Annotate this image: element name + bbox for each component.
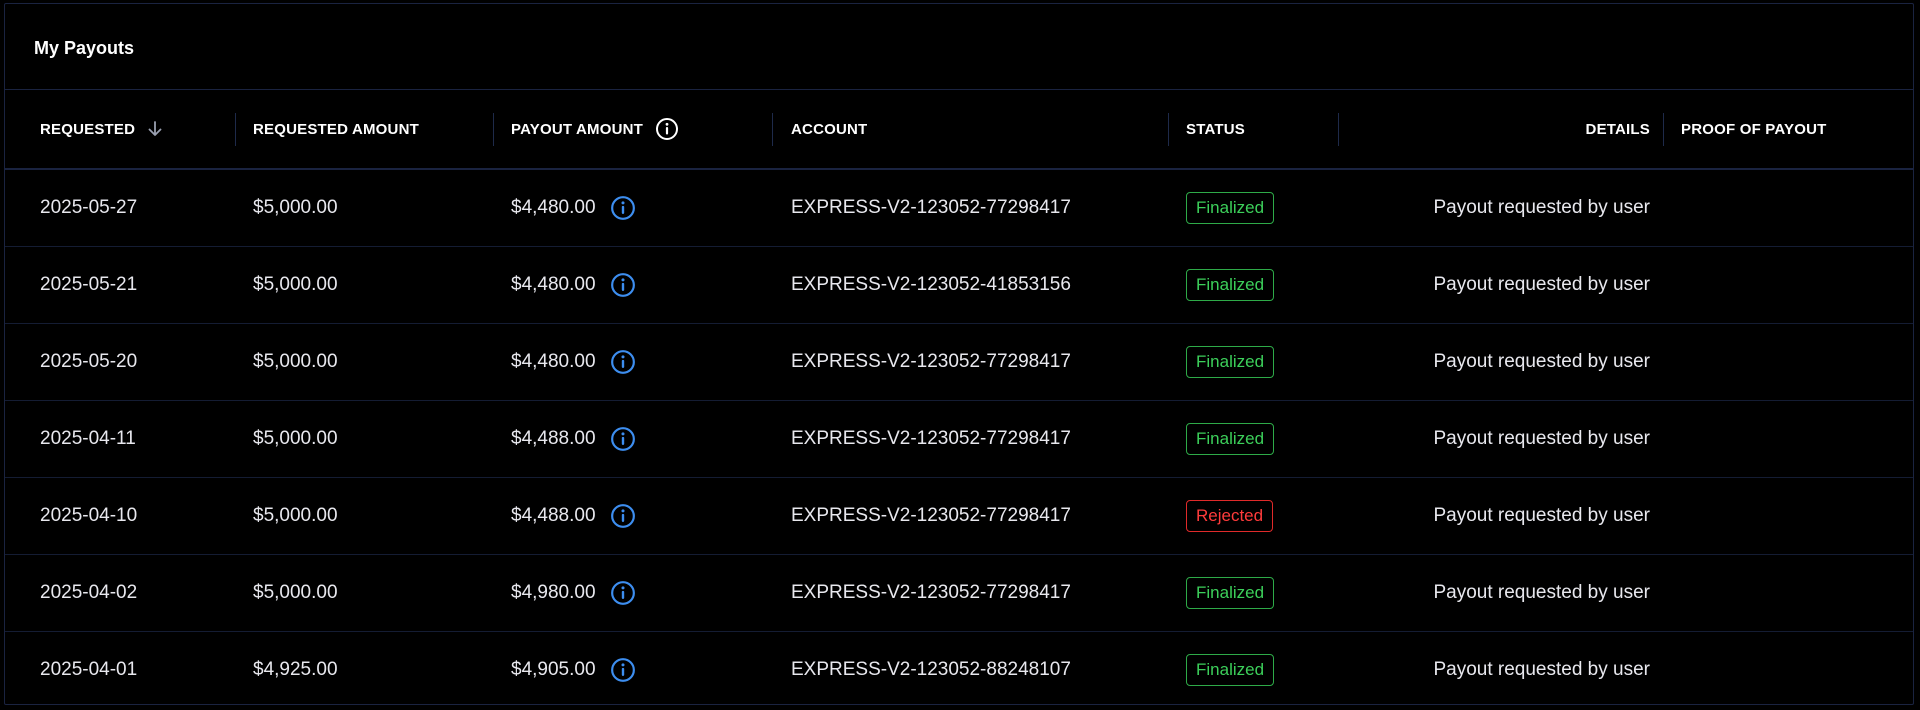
payouts-panel: My Payouts REQUESTED REQUESTED AMOUNT PA… [4,3,1914,705]
details-text: Payout requested by user [1433,351,1650,372]
account-id: EXPRESS-V2-123052-77298417 [791,351,1071,372]
account-id: EXPRESS-V2-123052-41853156 [791,274,1071,295]
table-row[interactable]: 2025-05-27 $5,000.00 $4,480.00 EXPRESS-V… [5,170,1913,247]
column-header-requested-amount[interactable]: REQUESTED AMOUNT [253,90,419,168]
status-cell: Rejected [1186,478,1274,554]
details-text: Payout requested by user [1433,428,1650,449]
requested-date: 2025-05-20 [40,351,138,372]
column-separator [772,113,773,146]
payout-amount-cell: $4,480.00 [511,324,636,400]
status-badge: Rejected [1186,500,1274,532]
requested-amount: $5,000.00 [253,582,338,603]
details-text: Payout requested by user [1433,274,1650,295]
status-cell: Finalized [1186,555,1275,631]
requested-amount: $5,000.00 [253,274,338,295]
details-text: Payout requested by user [1433,659,1650,680]
panel-header: My Payouts [5,4,1913,90]
requested-date: 2025-04-11 [40,428,136,449]
column-header-details[interactable]: DETAILS [1345,90,1650,168]
table-header: REQUESTED REQUESTED AMOUNT PAYOUT AMOUNT [5,90,1913,170]
requested-amount: $5,000.00 [253,197,338,218]
column-separator [1338,113,1339,146]
info-icon[interactable] [610,580,636,606]
info-icon[interactable] [655,117,679,141]
table-row[interactable]: 2025-04-10 $5,000.00 $4,488.00 EXPRESS-V… [5,478,1913,555]
column-separator [1663,113,1664,146]
payout-amount-cell: $4,980.00 [511,555,636,631]
page-title: My Payouts [34,38,135,58]
status-badge: Finalized [1186,346,1275,378]
status-cell: Finalized [1186,324,1275,400]
requested-amount: $4,925.00 [253,659,338,680]
requested-date: 2025-04-01 [40,659,138,680]
table-row[interactable]: 2025-05-20 $5,000.00 $4,480.00 EXPRESS-V… [5,324,1913,401]
payout-amount: $4,905.00 [511,659,596,680]
info-icon[interactable] [610,426,636,452]
account-id: EXPRESS-V2-123052-88248107 [791,659,1071,680]
payout-amount-cell: $4,480.00 [511,170,636,246]
column-header-payout-amount[interactable]: PAYOUT AMOUNT [511,90,679,168]
payout-amount-cell: $4,488.00 [511,478,636,554]
account-id: EXPRESS-V2-123052-77298417 [791,428,1071,449]
status-cell: Finalized [1186,247,1275,323]
column-header-account[interactable]: ACCOUNT [791,90,867,168]
column-header-proof-of-payout[interactable]: PROOF OF PAYOUT [1681,90,1827,168]
requested-date: 2025-05-21 [40,274,138,295]
status-cell: Finalized [1186,632,1275,704]
column-separator [493,113,494,146]
info-icon[interactable] [610,349,636,375]
payout-amount: $4,488.00 [511,428,596,449]
status-badge: Finalized [1186,654,1275,686]
account-id: EXPRESS-V2-123052-77298417 [791,197,1071,218]
payout-amount: $4,980.00 [511,582,596,603]
column-separator [1168,113,1169,146]
status-badge: Finalized [1186,192,1275,224]
column-header-requested[interactable]: REQUESTED [40,90,163,168]
arrow-down-icon[interactable] [147,120,163,138]
table-row[interactable]: 2025-04-02 $5,000.00 $4,980.00 EXPRESS-V… [5,555,1913,632]
requested-amount: $5,000.00 [253,351,338,372]
column-separator [235,113,236,146]
requested-date: 2025-04-10 [40,505,138,526]
column-header-status[interactable]: STATUS [1186,90,1245,168]
table-body: 2025-05-27 $5,000.00 $4,480.00 EXPRESS-V… [5,170,1913,704]
payout-amount: $4,480.00 [511,351,596,372]
account-id: EXPRESS-V2-123052-77298417 [791,582,1071,603]
payout-amount: $4,480.00 [511,197,596,218]
info-icon[interactable] [610,272,636,298]
status-badge: Finalized [1186,577,1275,609]
requested-amount: $5,000.00 [253,428,338,449]
info-icon[interactable] [610,657,636,683]
payout-amount-cell: $4,480.00 [511,247,636,323]
status-cell: Finalized [1186,170,1275,246]
status-badge: Finalized [1186,269,1275,301]
status-badge: Finalized [1186,423,1275,455]
payout-amount-cell: $4,905.00 [511,632,636,704]
payout-amount: $4,488.00 [511,505,596,526]
requested-amount: $5,000.00 [253,505,338,526]
info-icon[interactable] [610,195,636,221]
status-cell: Finalized [1186,401,1275,477]
details-text: Payout requested by user [1433,582,1650,603]
payout-amount: $4,480.00 [511,274,596,295]
info-icon[interactable] [610,503,636,529]
table-row[interactable]: 2025-05-21 $5,000.00 $4,480.00 EXPRESS-V… [5,247,1913,324]
table-row[interactable]: 2025-04-11 $5,000.00 $4,488.00 EXPRESS-V… [5,401,1913,478]
account-id: EXPRESS-V2-123052-77298417 [791,505,1071,526]
payout-amount-cell: $4,488.00 [511,401,636,477]
requested-date: 2025-05-27 [40,197,138,218]
table-row[interactable]: 2025-04-01 $4,925.00 $4,905.00 EXPRESS-V… [5,632,1913,704]
details-text: Payout requested by user [1433,197,1650,218]
requested-date: 2025-04-02 [40,582,138,603]
details-text: Payout requested by user [1433,505,1650,526]
